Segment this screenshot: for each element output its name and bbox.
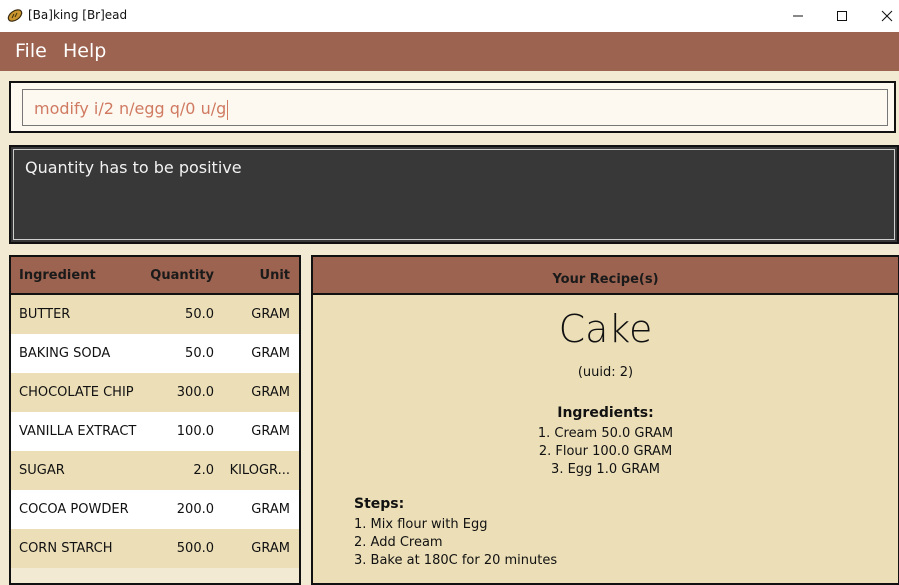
ingredient-name: BAKING SODA	[19, 346, 111, 361]
table-row[interactable]: BAKING SODA 50.0 GRAM	[11, 334, 299, 373]
ingredient-name: COCOA POWDER	[19, 502, 129, 517]
bread-icon	[7, 9, 23, 22]
column-header-unit[interactable]: Unit	[260, 268, 290, 283]
ingredient-quantity: 300.0	[176, 385, 214, 400]
recipe-steps-title: Steps:	[354, 496, 405, 512]
ingredient-quantity: 100.0	[176, 424, 214, 439]
recipe-step-item: 2. Add Cream	[354, 535, 443, 550]
recipe-step-item: 3. Bake at 180C for 20 minutes	[354, 553, 558, 568]
command-input-field[interactable]: modify i/2 n/egg q/0 u/g	[22, 89, 888, 126]
close-button[interactable]	[864, 0, 899, 32]
maximize-button[interactable]	[819, 0, 865, 32]
result-message: Quantity has to be positive	[25, 158, 242, 177]
menu-file[interactable]: File	[15, 40, 47, 62]
ingredient-unit: GRAM	[251, 346, 290, 361]
recipe-ingredient-item: 1. Cream 50.0 GRAM	[537, 426, 674, 441]
result-display: Quantity has to be positive	[9, 145, 899, 244]
recipe-panel: Your Recipe(s) Cake (uuid: 2) Ingredient…	[311, 255, 899, 585]
table-row[interactable]: CORN STARCH 500.0 GRAM	[11, 529, 299, 568]
recipe-name: Cake	[558, 307, 653, 351]
recipe-ingredients-list: 1. Cream 50.0 GRAM 2. Flour 100.0 GRAM 3…	[313, 425, 898, 479]
recipe-steps-list: 1. Mix flour with Egg 2. Add Cream 3. Ba…	[354, 516, 557, 570]
column-header-ingredient[interactable]: Ingredient	[19, 268, 96, 283]
command-value: modify i/2 n/egg q/0 u/g	[34, 99, 227, 118]
ingredient-name: CHOCOLATE CHIP	[19, 385, 134, 400]
command-input-text[interactable]: modify i/2 n/egg q/0 u/g	[34, 99, 229, 120]
close-icon	[881, 10, 893, 22]
table-row[interactable]: VANILLA EXTRACT 100.0 GRAM	[11, 412, 299, 451]
recipe-ingredient-item: 2. Flour 100.0 GRAM	[538, 444, 673, 459]
table-row[interactable]: COCOA POWDER 200.0 GRAM	[11, 490, 299, 529]
minimize-button[interactable]	[775, 0, 821, 32]
result-display-inner: Quantity has to be positive	[13, 149, 895, 240]
title-bar: [Ba]king [Br]ead	[0, 0, 899, 33]
recipe-panel-title: Your Recipe(s)	[552, 272, 659, 287]
ingredient-name: BUTTER	[19, 307, 71, 322]
ingredient-name: CORN STARCH	[19, 541, 113, 556]
table-row[interactable]: SUGAR 2.0 KILOGR...	[11, 451, 299, 490]
command-box: modify i/2 n/egg q/0 u/g	[9, 81, 896, 133]
recipe-ingredients-title: Ingredients:	[557, 405, 654, 421]
ingredient-unit: GRAM	[251, 385, 290, 400]
table-row[interactable]: BUTTER 50.0 GRAM	[11, 295, 299, 334]
ingredient-unit: GRAM	[251, 307, 290, 322]
ingredient-name: VANILLA EXTRACT	[19, 424, 137, 439]
ingredient-table: Ingredient Quantity Unit BUTTER 50.0 GRA…	[9, 255, 301, 585]
text-caret	[227, 99, 229, 120]
ingredient-quantity: 200.0	[176, 502, 214, 517]
ingredient-unit: GRAM	[251, 541, 290, 556]
menu-bar: File Help	[0, 32, 899, 71]
ingredient-name: SUGAR	[19, 463, 65, 478]
ingredient-table-header: Ingredient Quantity Unit	[11, 257, 299, 295]
ingredient-quantity: 500.0	[176, 541, 214, 556]
ingredient-quantity: 2.0	[193, 463, 214, 478]
ingredient-quantity: 50.0	[185, 346, 214, 361]
ingredient-unit: KILOGR...	[229, 463, 290, 478]
minimize-icon	[793, 15, 803, 17]
recipe-panel-header: Your Recipe(s)	[313, 257, 898, 295]
ingredient-unit: GRAM	[251, 424, 290, 439]
recipe-step-item: 1. Mix flour with Egg	[354, 517, 488, 532]
recipe-ingredient-item: 3. Egg 1.0 GRAM	[551, 462, 660, 477]
column-header-quantity[interactable]: Quantity	[150, 268, 214, 283]
menu-help[interactable]: Help	[63, 40, 106, 62]
table-row[interactable]: CHOCOLATE CHIP 300.0 GRAM	[11, 373, 299, 412]
recipe-uuid: (uuid: 2)	[577, 365, 634, 380]
ingredient-unit: GRAM	[251, 502, 290, 517]
maximize-icon	[837, 11, 847, 21]
window-title: [Ba]king [Br]ead	[28, 8, 128, 22]
ingredient-quantity: 50.0	[185, 307, 214, 322]
